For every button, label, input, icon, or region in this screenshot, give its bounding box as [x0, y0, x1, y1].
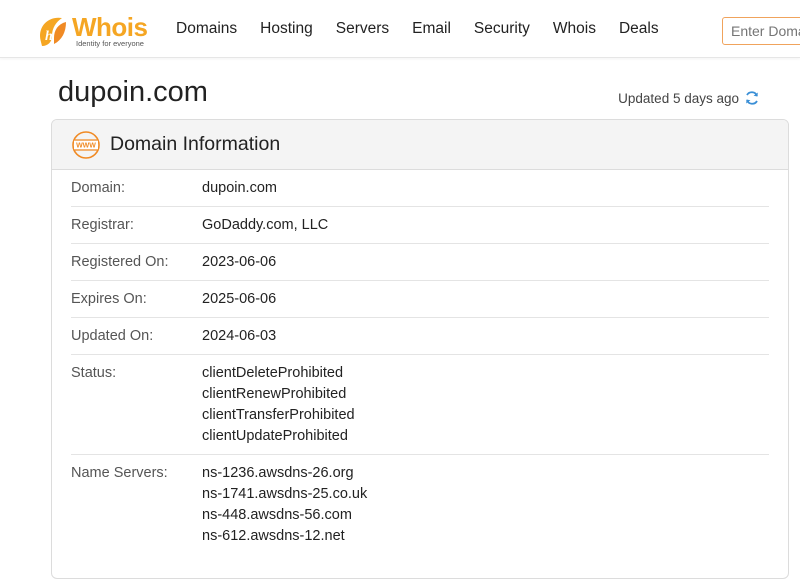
- row-label: Updated On:: [71, 328, 154, 344]
- row-value: 2025-06-06: [202, 281, 276, 317]
- row-value: GoDaddy.com, LLC: [202, 207, 328, 243]
- row-value: 2023-06-06: [202, 244, 276, 280]
- nav-whois[interactable]: Whois: [553, 20, 596, 38]
- nav-security[interactable]: Security: [474, 20, 530, 38]
- main-nav: Domains Hosting Servers Email Security W…: [176, 0, 682, 58]
- row-label: Registrar:: [71, 217, 134, 233]
- top-navbar: h Whois Identity for everyone Domains Ho…: [0, 0, 800, 58]
- value-line: GoDaddy.com, LLC: [202, 217, 329, 233]
- row-value: ns-1236.awsdns-26.org ns-1741.awsdns-25.…: [202, 455, 367, 554]
- value-line: clientDeleteProhibited: [202, 365, 344, 381]
- info-row-name-servers: Name Servers: ns-1236.awsdns-26.org ns-1…: [71, 455, 769, 554]
- domain-info-card: WWW Domain Information Domain: dupoin.co…: [51, 119, 789, 579]
- nav-deals[interactable]: Deals: [619, 20, 659, 38]
- value-line: 2024-06-03: [202, 328, 277, 344]
- nav-domains[interactable]: Domains: [176, 20, 237, 38]
- row-label: Name Servers:: [71, 465, 168, 481]
- logo-mark-icon: h: [40, 17, 66, 46]
- info-row-updated-on: Updated On: 2024-06-03: [71, 318, 769, 355]
- value-line: clientUpdateProhibited: [202, 428, 348, 444]
- nav-servers[interactable]: Servers: [336, 20, 389, 38]
- row-label: Domain:: [71, 180, 125, 196]
- info-row-domain: Domain: dupoin.com: [71, 170, 769, 207]
- www-icon: WWW: [72, 130, 100, 159]
- info-row-expires-on: Expires On: 2025-06-06: [71, 281, 769, 318]
- row-value: clientDeleteProhibited clientRenewProhib…: [202, 355, 355, 454]
- value-line: clientRenewProhibited: [202, 386, 347, 402]
- value-line: ns-1741.awsdns-25.co.uk: [202, 486, 368, 502]
- svg-text:WWW: WWW: [76, 142, 96, 149]
- row-label: Status:: [71, 365, 117, 381]
- card-title: Domain Information: [110, 133, 281, 155]
- value-line: 2023-06-06: [202, 254, 277, 270]
- info-row-registered-on: Registered On: 2023-06-06: [71, 244, 769, 281]
- domain-search-input[interactable]: [722, 17, 800, 45]
- logo-tagline: Identity for everyone: [76, 39, 144, 48]
- row-label: Registered On:: [71, 254, 169, 270]
- value-line: ns-448.awsdns-56.com: [202, 507, 352, 523]
- info-row-registrar: Registrar: GoDaddy.com, LLC: [71, 207, 769, 244]
- value-line: 2025-06-06: [202, 291, 277, 307]
- value-line: ns-1236.awsdns-26.org: [202, 465, 354, 481]
- refresh-icon[interactable]: [744, 90, 760, 106]
- info-row-status: Status: clientDeleteProhibited clientRen…: [71, 355, 769, 455]
- nav-hosting[interactable]: Hosting: [260, 20, 313, 38]
- value-line: dupoin.com: [202, 180, 277, 196]
- updated-text: Updated 5 days ago: [618, 90, 739, 106]
- card-header: WWW Domain Information: [52, 120, 788, 170]
- nav-email[interactable]: Email: [412, 20, 451, 38]
- row-label: Expires On:: [71, 291, 147, 307]
- svg-text:h: h: [45, 29, 53, 44]
- value-line: ns-612.awsdns-12.net: [202, 528, 345, 544]
- updated-status: Updated 5 days ago: [618, 90, 760, 106]
- row-value: dupoin.com: [202, 170, 277, 206]
- value-line: clientTransferProhibited: [202, 407, 355, 423]
- whois-logo[interactable]: h Whois Identity for everyone: [36, 12, 156, 50]
- logo-text: Whois: [72, 12, 148, 42]
- row-value: 2024-06-03: [202, 318, 276, 354]
- page-title: dupoin.com: [58, 76, 208, 108]
